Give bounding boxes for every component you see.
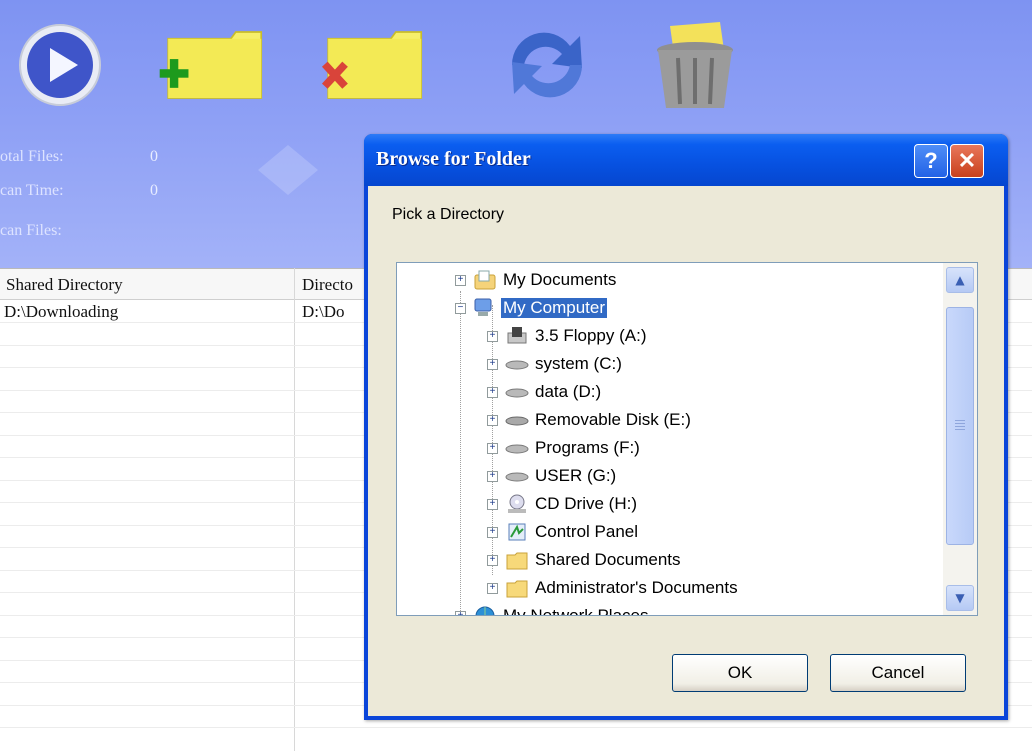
- refresh-icon: [511, 32, 583, 98]
- cd-drive-icon: [505, 493, 529, 515]
- scroll-down-button[interactable]: ▼: [946, 585, 974, 611]
- tree-item-label: My Documents: [503, 270, 617, 289]
- tree-item-label: My Computer: [501, 298, 608, 318]
- total-files-value: 0: [150, 148, 158, 165]
- clear-trash-button[interactable]: [640, 20, 750, 110]
- expand-icon[interactable]: +: [487, 359, 498, 370]
- scroll-up-button[interactable]: ▲: [946, 267, 974, 293]
- column-header-shared-directory[interactable]: Shared Directory: [6, 275, 286, 295]
- trash-can-icon: [657, 22, 733, 108]
- expand-icon[interactable]: +: [455, 275, 466, 286]
- dialog-title: Browse for Folder: [376, 148, 531, 170]
- scan-time-label: can Time:: [0, 182, 64, 199]
- total-files-label: otal Files:: [0, 148, 64, 165]
- dialog-body: Pick a Directory + My Documents − My Comput…: [368, 186, 1004, 716]
- expand-icon[interactable]: +: [487, 499, 498, 510]
- scrollbar-thumb[interactable]: [946, 307, 974, 545]
- expand-icon[interactable]: +: [487, 331, 498, 342]
- scan-time-value: 0: [150, 182, 158, 199]
- tree-item-label: data (D:): [535, 382, 602, 401]
- expand-icon[interactable]: +: [487, 387, 498, 398]
- floppy-drive-icon: [505, 325, 529, 347]
- play-icon: [19, 24, 101, 106]
- dialog-prompt: Pick a Directory: [392, 206, 505, 223]
- column-divider[interactable]: [294, 268, 295, 751]
- expand-icon[interactable]: +: [487, 555, 498, 566]
- expand-icon[interactable]: +: [487, 415, 498, 426]
- collapse-icon[interactable]: −: [455, 303, 466, 314]
- dialog-title-bar[interactable]: Browse for Folder ? ✕: [364, 134, 1008, 186]
- row-divider: [0, 727, 1032, 728]
- remove-folder-icon: [321, 31, 423, 99]
- cancel-button[interactable]: Cancel: [830, 654, 966, 692]
- cell-directory: D:\Do: [302, 302, 345, 321]
- cell-shared-directory: D:\Downloading: [4, 302, 119, 321]
- expand-icon[interactable]: +: [455, 611, 466, 615]
- hard-drive-icon: [505, 465, 529, 487]
- tree-item-label: Removable Disk (E:): [535, 410, 691, 429]
- removable-drive-icon: [505, 409, 529, 431]
- tree-item-label: My Network Places: [503, 606, 649, 616]
- hard-drive-icon: [505, 381, 529, 403]
- ok-button[interactable]: OK: [672, 654, 808, 692]
- tree-item-label: USER (G:): [535, 466, 617, 485]
- hard-drive-icon: [505, 437, 529, 459]
- browse-for-folder-dialog: Browse for Folder ? ✕ Pick a Directory +…: [364, 134, 1008, 720]
- scroll-grip-icon: [955, 420, 965, 430]
- expand-icon[interactable]: +: [487, 471, 498, 482]
- column-header-directory[interactable]: Directo: [302, 275, 372, 295]
- expand-icon[interactable]: +: [487, 443, 498, 454]
- scan-files-label: can Files:: [0, 222, 62, 239]
- refresh-button[interactable]: [492, 20, 602, 110]
- tree-line: [460, 291, 462, 611]
- remove-folder-button[interactable]: [318, 20, 428, 110]
- tree-item-label: Shared Documents: [535, 550, 681, 569]
- computer-icon: [473, 297, 497, 319]
- tree-item-label: CD Drive (H:): [535, 494, 637, 513]
- folder-icon: [505, 577, 529, 599]
- tree-item-label: Control Panel: [535, 522, 639, 541]
- tree-vertical-scrollbar[interactable]: ▲ ▼: [943, 263, 977, 615]
- start-scan-button[interactable]: [10, 20, 120, 110]
- add-folder-icon: [159, 31, 263, 99]
- tree-item-label: system (C:): [535, 354, 622, 373]
- tree-item-label: Programs (F:): [535, 438, 640, 457]
- documents-folder-icon: [473, 269, 497, 291]
- add-folder-button[interactable]: [158, 20, 268, 110]
- expand-icon[interactable]: +: [487, 583, 498, 594]
- close-button[interactable]: ✕: [950, 144, 984, 178]
- hard-drive-icon: [505, 353, 529, 375]
- help-icon: ?: [924, 148, 938, 173]
- chevron-up-icon: ▲: [955, 273, 965, 287]
- tree-item-label: Administrator's Documents: [535, 578, 738, 597]
- control-panel-icon: [505, 521, 529, 543]
- background-emblem: [248, 140, 328, 200]
- folder-icon: [505, 549, 529, 571]
- chevron-down-icon: ▼: [955, 591, 965, 605]
- expand-icon[interactable]: +: [487, 527, 498, 538]
- help-button[interactable]: ?: [914, 144, 948, 178]
- network-places-icon: [473, 605, 497, 615]
- tree-item-label: 3.5 Floppy (A:): [535, 326, 647, 345]
- folder-tree[interactable]: + My Documents − My Computer +3.5 Floppy (A:…: [396, 262, 978, 616]
- close-icon: ✕: [957, 148, 977, 173]
